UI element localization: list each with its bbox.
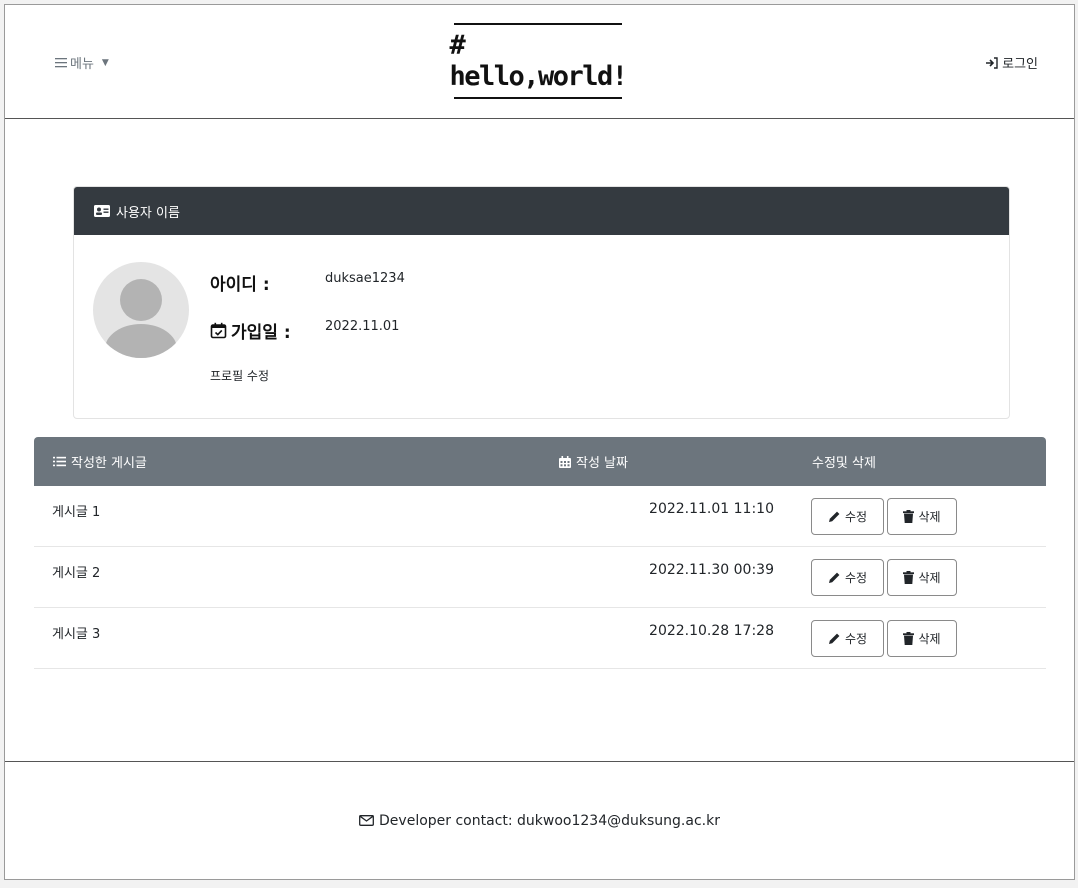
list-ul-icon (53, 456, 66, 467)
id-value: duksae1234 (325, 271, 405, 286)
profile-card: 사용자 이름 아이디 : duksae1234 가입일 : 2022.11.01… (73, 186, 1010, 419)
id-card-icon (94, 205, 110, 217)
pencil-icon (828, 571, 841, 584)
delete-post-label: 삭제 (918, 632, 941, 646)
caret-down-icon: ▼ (101, 57, 109, 68)
menu-label: 메뉴 (70, 57, 94, 72)
delete-post-label: 삭제 (918, 571, 941, 585)
logo-text: # hello,world! (449, 30, 628, 92)
page-frame: 메뉴 ▼ # hello,world! 로그인 사용자 이름 아이디 : duk… (4, 4, 1075, 880)
avatar-body (105, 324, 177, 358)
edit-post-label: 수정 (844, 632, 868, 646)
pencil-icon (828, 510, 841, 523)
posts-table: 작성한 게시글 작성 날짜 수정및 삭제 게시글 1 2022.11.01 11… (34, 437, 1046, 669)
table-row: 게시글 1 2022.11.01 11:10 수정 삭제 (34, 486, 1046, 547)
login-link[interactable]: 로그인 (985, 53, 1038, 72)
trash-icon (903, 632, 915, 645)
site-header: 메뉴 ▼ # hello,world! 로그인 (5, 5, 1074, 119)
column-header-posts: 작성한 게시글 (34, 452, 540, 471)
id-label: 아이디 : (210, 270, 270, 295)
table-row: 게시글 3 2022.10.28 17:28 수정 삭제 (34, 608, 1046, 669)
profile-card-header: 사용자 이름 (74, 187, 1009, 235)
calendar-icon (559, 455, 571, 468)
login-label: 로그인 (1002, 57, 1038, 72)
sign-in-icon (985, 56, 999, 69)
list-icon (55, 57, 67, 68)
post-date: 2022.11.01 11:10 (649, 501, 774, 517)
edit-profile-link[interactable]: 프로필 수정 (210, 367, 269, 384)
post-date: 2022.11.30 00:39 (649, 562, 774, 578)
id-label-text: 아이디 : (210, 275, 270, 295)
edit-post-button[interactable]: 수정 (811, 620, 884, 657)
menu-dropdown[interactable]: 메뉴 ▼ (55, 53, 109, 72)
envelope-icon (359, 815, 374, 826)
profile-card-title: 사용자 이름 (116, 205, 180, 221)
delete-post-button[interactable]: 삭제 (887, 498, 957, 535)
pencil-icon (828, 632, 841, 645)
edit-post-button[interactable]: 수정 (811, 498, 884, 535)
calendar-check-icon (210, 322, 227, 339)
column-header-actions-label: 수정및 삭제 (812, 456, 876, 471)
joined-label-text: 가입일 : (231, 323, 291, 343)
delete-post-label: 삭제 (918, 510, 941, 524)
site-footer: Developer contact: dukwoo1234@duksung.ac… (5, 761, 1074, 879)
edit-post-button[interactable]: 수정 (811, 559, 884, 596)
column-header-actions: 수정및 삭제 (793, 452, 876, 471)
avatar-head (120, 279, 162, 321)
column-header-date: 작성 날짜 (540, 452, 793, 471)
post-title[interactable]: 게시글 1 (52, 501, 100, 520)
post-title[interactable]: 게시글 2 (52, 562, 100, 581)
joined-label: 가입일 : (210, 318, 291, 343)
delete-post-button[interactable]: 삭제 (887, 559, 957, 596)
column-header-date-label: 작성 날짜 (576, 456, 628, 471)
column-header-posts-label: 작성한 게시글 (71, 456, 147, 471)
edit-post-label: 수정 (844, 571, 868, 585)
site-logo[interactable]: # hello,world! (449, 23, 628, 99)
edit-post-label: 수정 (844, 510, 868, 524)
trash-icon (903, 510, 915, 523)
post-title[interactable]: 게시글 3 (52, 623, 100, 642)
joined-value: 2022.11.01 (325, 319, 400, 334)
avatar (93, 262, 189, 358)
trash-icon (903, 571, 915, 584)
delete-post-button[interactable]: 삭제 (887, 620, 957, 657)
table-row: 게시글 2 2022.11.30 00:39 수정 삭제 (34, 547, 1046, 608)
post-date: 2022.10.28 17:28 (649, 623, 774, 639)
posts-table-header: 작성한 게시글 작성 날짜 수정및 삭제 (34, 437, 1046, 486)
developer-contact[interactable]: Developer contact: dukwoo1234@duksung.ac… (379, 813, 720, 829)
